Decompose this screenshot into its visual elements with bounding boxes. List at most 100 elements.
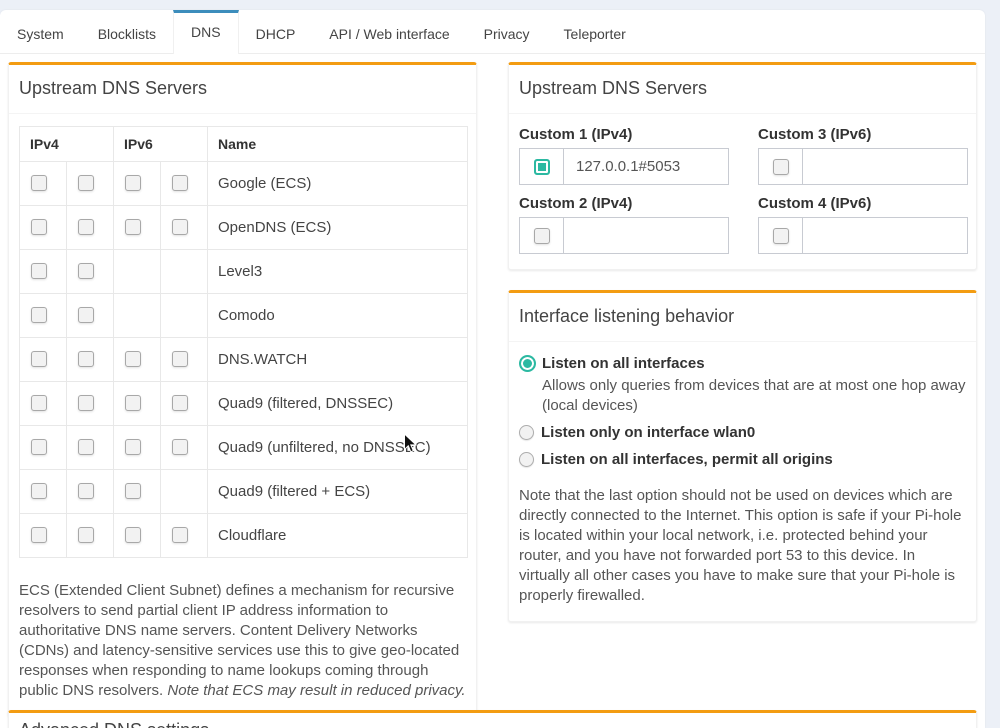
checkbox-cell [67,206,114,250]
tab-privacy[interactable]: Privacy [467,10,547,54]
checkbox-cell [67,338,114,382]
ecs-note: ECS (Extended Client Subnet) defines a m… [19,581,468,701]
checkbox-cell [161,382,208,426]
card-body: IPv4 IPv6 Name Google (ECS)OpenDNS (ECS)… [9,114,476,716]
ipv4-server-checkbox[interactable] [31,219,47,235]
ipv4-server-checkbox[interactable] [31,527,47,543]
ipv4-server-checkbox[interactable] [31,351,47,367]
ipv4-server-checkbox[interactable] [31,307,47,323]
radio-label[interactable]: Listen only on interface wlan0 [541,423,755,443]
ipv6-server-checkbox[interactable] [125,395,141,411]
tab-system[interactable]: System [0,10,81,54]
ipv6-server-checkbox[interactable] [125,351,141,367]
custom-enable-checkbox[interactable] [534,159,550,175]
ipv6-server-checkbox[interactable] [125,483,141,499]
checkbox-cell [161,162,208,206]
ipv4-server-checkbox[interactable] [78,175,94,191]
checkbox-addon [519,217,563,254]
ipv4-server-checkbox[interactable] [78,263,94,279]
dns-server-row: Quad9 (filtered + ECS) [20,470,468,514]
ipv6-server-checkbox[interactable] [172,527,188,543]
tab-dhcp[interactable]: DHCP [239,10,313,54]
ipv6-server-checkbox[interactable] [125,219,141,235]
tab-teleporter[interactable]: Teleporter [547,10,643,54]
checkbox-addon [758,148,802,185]
card-body: Custom 1 (IPv4)Custom 3 (IPv6)Custom 2 (… [509,114,976,269]
ipv4-server-checkbox[interactable] [78,483,94,499]
ipv6-server-checkbox[interactable] [172,439,188,455]
checkbox-addon [519,148,563,185]
radio-option-listen-on-all-interfaces: Listen on all interfacesAllows only quer… [519,354,966,416]
radio-text: Listen on all interfaces, permit all ori… [541,450,833,470]
ipv6-server-checkbox[interactable] [172,175,188,191]
custom-server-input[interactable] [802,217,968,254]
dns-server-name: Google (ECS) [208,162,468,206]
dns-server-row: Cloudflare [20,514,468,558]
radio-button[interactable] [519,355,536,372]
tab-blocklists[interactable]: Blocklists [81,10,173,54]
ipv4-server-checkbox[interactable] [31,263,47,279]
ipv4-server-checkbox[interactable] [78,439,94,455]
ipv4-server-checkbox[interactable] [31,439,47,455]
radio-option-listen-only-on-interface-wlan0: Listen only on interface wlan0 [519,423,966,443]
ipv4-server-checkbox[interactable] [78,527,94,543]
card-title: Advanced DNS settings [19,720,966,728]
ipv6-server-checkbox[interactable] [172,351,188,367]
checkbox-cell [114,426,161,470]
ipv4-server-checkbox[interactable] [78,307,94,323]
card-header: Upstream DNS Servers [509,65,976,114]
ipv6-server-checkbox[interactable] [172,395,188,411]
checkbox-cell [114,294,161,338]
custom-server-input[interactable] [563,148,729,185]
radio-label[interactable]: Listen on all interfaces, permit all ori… [541,450,833,470]
custom-field-custom-4-ipv6: Custom 4 (IPv6) [758,195,968,254]
custom-server-input[interactable] [563,217,729,254]
ipv4-server-checkbox[interactable] [78,219,94,235]
radio-text: Listen only on interface wlan0 [541,423,755,443]
ipv4-server-checkbox[interactable] [31,175,47,191]
checkbox-cell [20,426,67,470]
checkbox-cell [114,470,161,514]
ipv6-server-checkbox[interactable] [125,439,141,455]
checkbox-cell [20,206,67,250]
col-header-name: Name [208,127,468,162]
custom-server-input[interactable] [802,148,968,185]
custom-enable-checkbox[interactable] [773,159,789,175]
checkbox-cell [67,250,114,294]
card-title: Interface listening behavior [519,306,966,327]
checkbox-cell [67,470,114,514]
dns-server-row: Level3 [20,250,468,294]
col-header-ipv6: IPv6 [114,127,208,162]
ipv4-server-checkbox[interactable] [31,483,47,499]
ecs-note-privacy-text: Note that ECS may result in reduced priv… [167,682,465,699]
checkbox-cell [161,250,208,294]
col-header-ipv4: IPv4 [20,127,114,162]
dns-server-row: Comodo [20,294,468,338]
checkbox-cell [114,514,161,558]
checkbox-cell [161,206,208,250]
dns-settings-content: Upstream DNS Servers IPv4 IPv6 Name Goog… [0,54,985,728]
checkbox-cell [114,382,161,426]
custom-enable-checkbox[interactable] [534,228,550,244]
custom-field-custom-1-ipv4: Custom 1 (IPv4) [519,126,729,185]
ipv6-server-checkbox[interactable] [172,219,188,235]
ipv4-server-checkbox[interactable] [31,395,47,411]
dns-server-name: Level3 [208,250,468,294]
dns-server-name: Quad9 (filtered + ECS) [208,470,468,514]
dns-server-row: OpenDNS (ECS) [20,206,468,250]
tab-api-web-interface[interactable]: API / Web interface [312,10,466,54]
custom-enable-checkbox[interactable] [773,228,789,244]
radio-button[interactable] [519,452,534,467]
dns-server-row: Quad9 (unfiltered, no DNSSEC) [20,426,468,470]
radio-label[interactable]: Listen on all interfaces [542,354,966,374]
tab-dns[interactable]: DNS [173,10,239,54]
dns-server-row: Google (ECS) [20,162,468,206]
ipv4-server-checkbox[interactable] [78,395,94,411]
ipv6-server-checkbox[interactable] [125,527,141,543]
ipv6-server-checkbox[interactable] [125,175,141,191]
card-body: Listen on all interfacesAllows only quer… [509,342,976,621]
custom-field-label: Custom 3 (IPv6) [758,126,968,143]
ipv4-server-checkbox[interactable] [78,351,94,367]
upstream-dns-table: IPv4 IPv6 Name Google (ECS)OpenDNS (ECS)… [19,126,468,558]
radio-button[interactable] [519,425,534,440]
